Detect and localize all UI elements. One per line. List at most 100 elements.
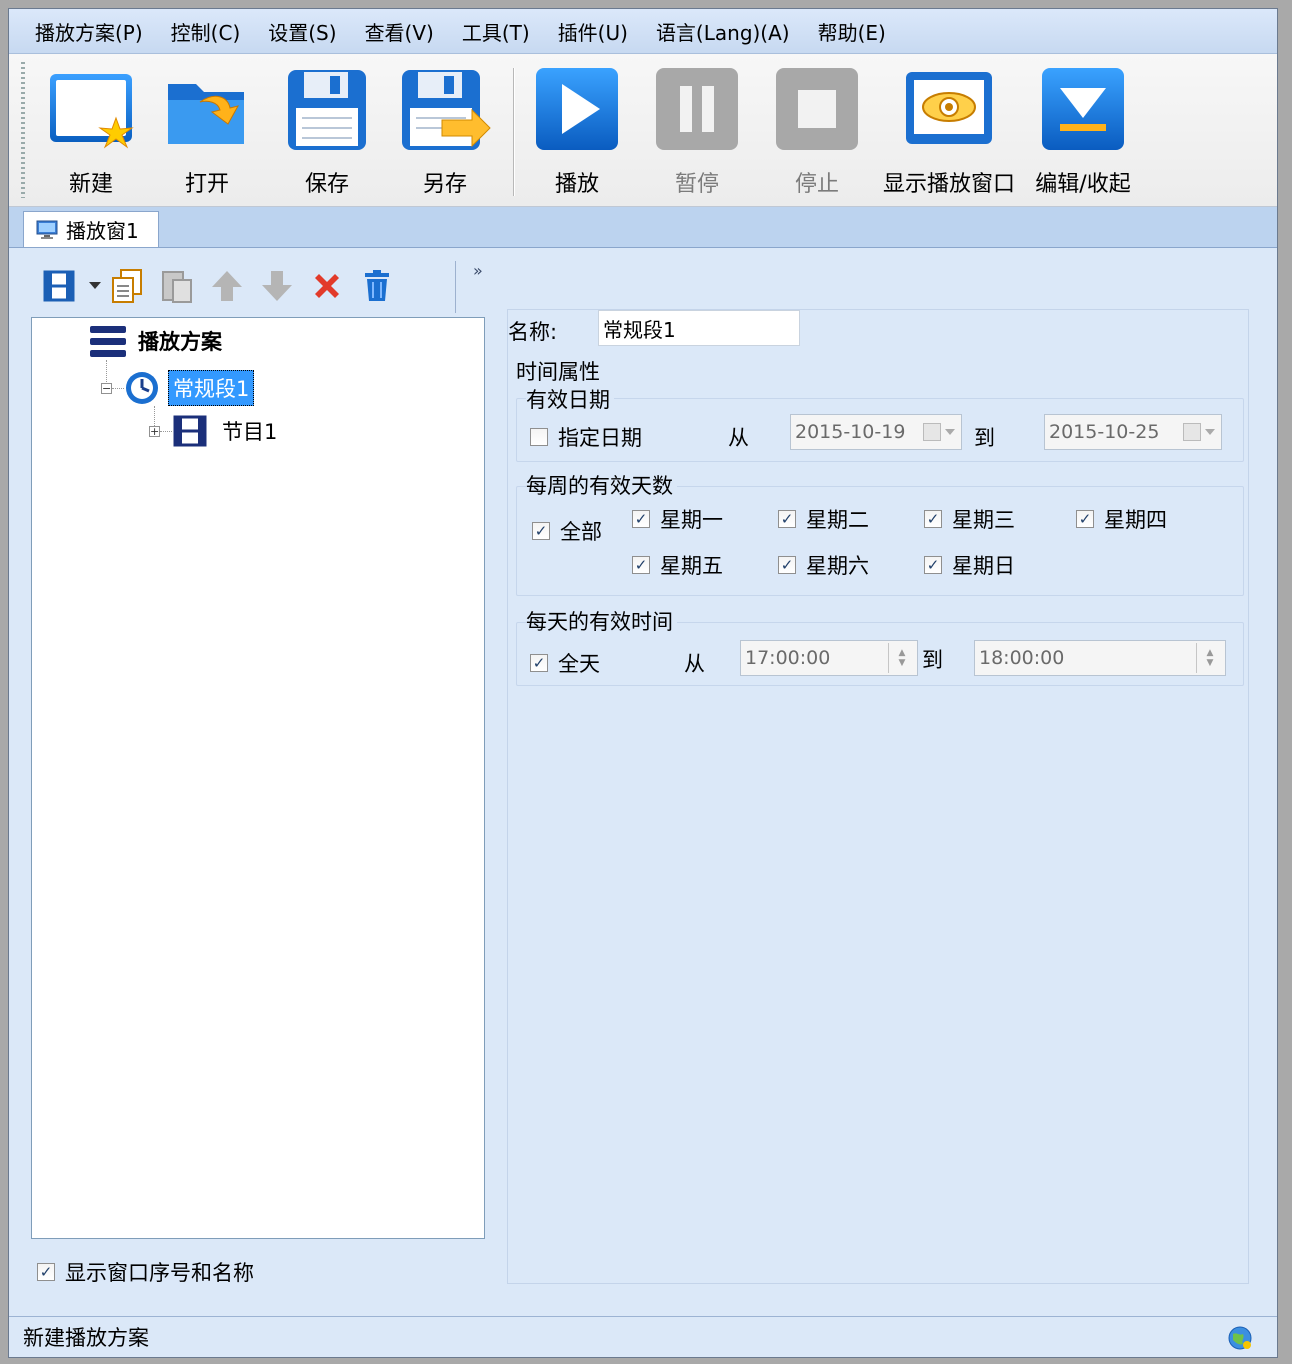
toolbar-grip[interactable] [21,62,25,198]
calendar-dropdown-icon[interactable] [923,421,957,443]
menu-language[interactable]: 语言(Lang)(A) [656,17,790,46]
menu-plan[interactable]: 播放方案(P) [35,17,143,46]
menu-plugins[interactable]: 插件(U) [558,17,628,46]
weekday-tuesday-option[interactable]: ✓ 星期二 [778,504,869,534]
weekday-monday-option[interactable]: ✓ 星期一 [632,504,723,534]
pause-icon [650,62,744,156]
weekday-sunday-option[interactable]: ✓ 星期日 [924,550,1015,580]
spinner-arrows-icon[interactable]: ▲ ▼ [1196,643,1223,673]
menu-view[interactable]: 查看(V) [365,17,434,46]
weekday-thursday-option[interactable]: ✓ 星期四 [1076,504,1167,534]
tree-segment-row[interactable]: − 常规段1 [101,370,255,406]
all-day-checkbox[interactable]: ✓ [530,654,548,672]
calendar-dropdown-icon[interactable] [1183,421,1217,443]
name-label: 名称: [508,320,558,344]
paste-icon[interactable] [155,264,199,308]
weekday-checkbox[interactable]: ✓ [778,556,796,574]
menu-control[interactable]: 控制(C) [171,17,241,46]
date-from-picker[interactable]: 2015-10-19 [790,414,962,450]
weekday-all-label: 全部 [560,520,602,544]
specify-date-label: 指定日期 [558,426,642,450]
all-day-label: 全天 [558,652,600,676]
tab-label: 播放窗1 [66,219,139,243]
weekday-saturday-option[interactable]: ✓ 星期六 [778,550,869,580]
specify-date-checkbox[interactable] [530,428,548,446]
weekday-checkbox[interactable]: ✓ [632,556,650,574]
save-as-button[interactable]: 另存 [385,62,505,202]
menu-help[interactable]: 帮助(E) [818,17,886,46]
save-as-label: 另存 [422,172,467,197]
new-label: 新建 [68,172,113,197]
time-to-spinner[interactable]: 18:00:00 ▲ ▼ [974,640,1226,676]
tree-toolbar-separator [455,261,456,313]
time-from-spinner[interactable]: 17:00:00 ▲ ▼ [740,640,918,676]
weekday-label: 星期四 [1104,508,1167,532]
time-from-label: 从 [684,652,705,676]
show-window-button[interactable]: 显示播放窗口 [877,62,1021,202]
show-window-index-checkbox[interactable]: ✓ [37,1263,55,1281]
menu-settings[interactable]: 设置(S) [268,17,336,46]
open-label: 打开 [184,172,229,197]
date-to-label: 到 [974,426,995,450]
weekday-checkbox[interactable]: ✓ [778,510,796,528]
show-window-index-option[interactable]: ✓ 显示窗口序号和名称 [37,1257,254,1287]
delete-icon[interactable] [305,264,349,308]
tree-root[interactable]: 播放方案 [88,324,222,358]
pause-label: 暂停 [674,172,719,197]
time-to-value: 18:00:00 [979,647,1065,669]
open-button[interactable]: 打开 [147,62,267,202]
panel-expand-chevron-icon[interactable]: » [473,261,483,280]
time-properties-title: 时间属性 [516,360,600,384]
globe-icon[interactable] [1227,1325,1253,1351]
valid-date-title: 有效日期 [526,384,614,414]
weekly-days-title: 每周的有效天数 [526,470,677,500]
play-button[interactable]: 播放 [517,62,637,202]
date-to-picker[interactable]: 2015-10-25 [1044,414,1222,450]
date-to-value: 2015-10-25 [1049,421,1160,443]
menu-tools[interactable]: 工具(T) [462,17,530,46]
floppy-disk-icon [280,62,374,156]
daily-time-title: 每天的有效时间 [526,606,677,636]
add-program-icon[interactable] [37,264,81,308]
weekday-checkbox[interactable]: ✓ [1076,510,1094,528]
weekday-friday-option[interactable]: ✓ 星期五 [632,550,723,580]
weekday-checkbox[interactable]: ✓ [632,510,650,528]
tree-segment-label: 常规段1 [168,370,255,406]
weekday-all-checkbox[interactable]: ✓ [532,522,550,540]
tree-program-row[interactable]: + 节目1 [149,414,277,448]
list-icon [90,326,126,357]
time-to-label: 到 [922,648,943,672]
pause-button[interactable]: 暂停 [637,62,757,202]
collapse-toggle-icon[interactable]: − [101,382,112,394]
spinner-arrows-icon[interactable]: ▲ ▼ [888,643,915,673]
save-button[interactable]: 保存 [267,62,387,202]
weekday-all-option[interactable]: ✓ 全部 [532,516,602,546]
weekday-wednesday-option[interactable]: ✓ 星期三 [924,504,1015,534]
dropdown-arrow-icon[interactable] [87,264,103,308]
stop-button[interactable]: 停止 [757,62,877,202]
copy-icon[interactable] [105,264,149,308]
show-window-label: 显示播放窗口 [882,172,1015,197]
save-as-icon [398,62,492,156]
film-icon [173,415,207,447]
edit-collapse-button[interactable]: 编辑/收起 [1021,62,1145,202]
trash-icon[interactable] [355,264,399,308]
tree-program-label: 节目1 [222,420,278,444]
date-from-label: 从 [728,426,749,450]
expand-toggle-icon[interactable]: + [149,425,160,437]
new-button[interactable]: 新建 [31,62,151,202]
move-down-icon[interactable] [255,264,299,308]
time-from-value: 17:00:00 [745,647,831,669]
all-day-option[interactable]: ✓ 全天 [530,648,600,678]
date-from-value: 2015-10-19 [795,421,906,443]
move-up-icon[interactable] [205,264,249,308]
tab-play-window-1[interactable]: 播放窗1 [23,211,159,247]
monitor-icon [36,220,58,239]
name-input[interactable]: 常规段1 [598,310,800,346]
weekday-checkbox[interactable]: ✓ [924,556,942,574]
specify-date-option[interactable]: 指定日期 [530,422,642,452]
tree-connector [112,387,124,389]
main-toolbar: 新建 打开 保存 另存 播放 暂停 停止 显示播放窗口 编辑/收起 [9,54,1277,207]
folder-open-icon [160,62,254,156]
weekday-checkbox[interactable]: ✓ [924,510,942,528]
